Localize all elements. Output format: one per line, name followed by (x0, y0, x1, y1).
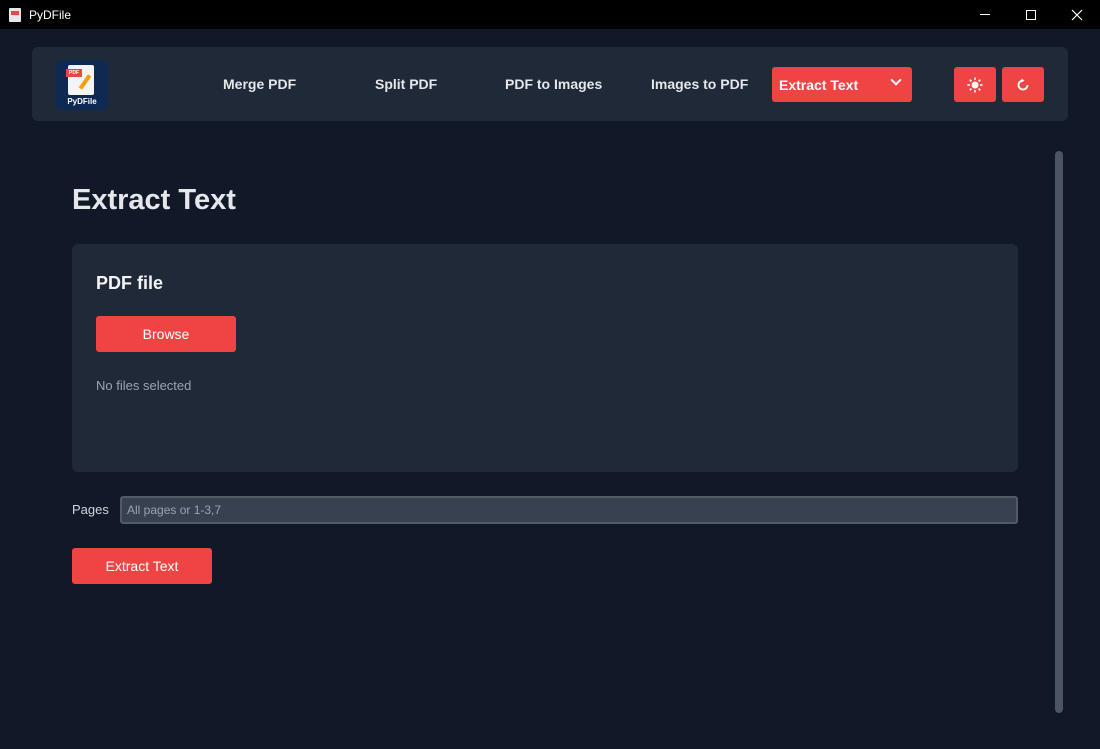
minimize-icon (980, 14, 990, 15)
page-title: Extract Text (72, 184, 236, 216)
nav-item-images-to-pdf[interactable]: Images to PDF (651, 76, 748, 92)
minimize-button[interactable] (962, 0, 1008, 29)
refresh-icon (1017, 78, 1029, 90)
window-controls (962, 0, 1100, 29)
browse-button[interactable]: Browse (96, 316, 236, 352)
app-icon (9, 7, 21, 22)
app-logo: PDF PyDFile (56, 60, 108, 110)
nav-item-merge-pdf[interactable]: Merge PDF (223, 76, 296, 92)
reset-button[interactable] (1002, 67, 1044, 102)
tool-select-dropdown[interactable]: Extract Text (772, 67, 912, 102)
maximize-icon (1026, 9, 1036, 20)
pages-input[interactable] (120, 496, 1018, 524)
sun-icon (967, 77, 983, 92)
maximize-button[interactable] (1008, 0, 1054, 29)
pdf-file-card: PDF file Browse No files selected (72, 244, 1018, 472)
theme-toggle-button[interactable] (954, 67, 996, 102)
chevron-down-icon (890, 74, 902, 86)
nav-bar: PDF PyDFile Merge PDF Split PDF PDF to I… (32, 47, 1068, 121)
nav-item-split-pdf[interactable]: Split PDF (375, 76, 437, 92)
tool-select-value: Extract Text (779, 76, 859, 93)
close-button[interactable] (1054, 0, 1100, 29)
window-title: PyDFile (29, 7, 72, 22)
logo-text: PyDFile (67, 97, 97, 106)
pages-label: Pages (72, 502, 109, 517)
nav-item-pdf-to-images[interactable]: PDF to Images (505, 76, 602, 92)
file-status-text: No files selected (96, 378, 192, 393)
vertical-scrollbar[interactable] (1055, 151, 1063, 713)
close-icon (1071, 9, 1083, 20)
extract-text-button[interactable]: Extract Text (72, 548, 212, 584)
card-title: PDF file (96, 273, 164, 293)
logo-badge: PDF (66, 69, 82, 77)
title-bar: PyDFile (0, 0, 1100, 29)
